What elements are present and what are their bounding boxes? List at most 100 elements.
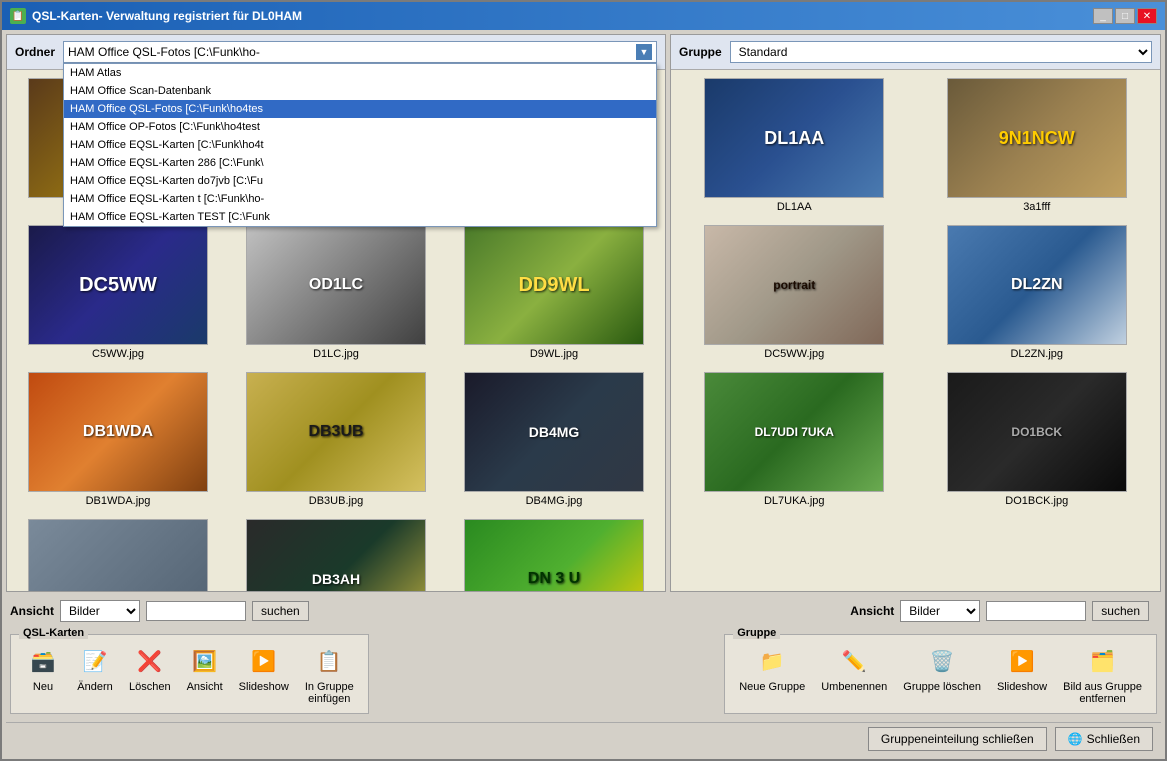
- list-item[interactable]: DB4MG DB4MG.jpg: [447, 368, 661, 511]
- list-item[interactable]: [11, 515, 225, 591]
- image-thumb: DB1WDA: [28, 372, 208, 492]
- qsl-karten-group: QSL-Karten 🗃️ Neu 📝 Ändern ❌ Löschen 🖼️ …: [10, 634, 369, 714]
- list-item[interactable]: DL2ZN DL2ZN.jpg: [918, 221, 1157, 364]
- loeschen-icon: ❌: [132, 643, 168, 679]
- folder-dropdown-button[interactable]: HAM Office QSL-Fotos [C:\Funk\ho- ▼: [63, 41, 657, 63]
- slideshow-right-button[interactable]: ▶️ Slideshow: [993, 641, 1051, 695]
- list-item[interactable]: DB3AH: [229, 515, 443, 591]
- slideshow-left-icon: ▶️: [246, 643, 282, 679]
- dropdown-item-eqslt[interactable]: HAM Office EQSL-Karten t [C:\Funk\ho-: [64, 190, 656, 208]
- gruppe-bar: Gruppe Standard DX Europa Contest: [671, 35, 1160, 70]
- app-icon: 📋: [10, 8, 26, 24]
- list-item[interactable]: DB1WDA DB1WDA.jpg: [11, 368, 225, 511]
- slideshow-left-button[interactable]: ▶️ Slideshow: [235, 641, 293, 695]
- list-item[interactable]: OD1LC D1LC.jpg: [229, 221, 443, 364]
- bild-entfernen-icon: 🗂️: [1085, 643, 1121, 679]
- top-row: Ordner HAM Office QSL-Fotos [C:\Funk\ho-…: [6, 34, 1161, 592]
- neu-label: Neu: [33, 681, 53, 693]
- right-image-grid-container: DL1AA DL1AA 9N1NCW 3a1fff p: [671, 70, 1160, 591]
- slideshow-right-icon: ▶️: [1004, 643, 1040, 679]
- schliessen-button[interactable]: 🌐 Schließen: [1055, 727, 1153, 751]
- image-thumb: DB3AH: [246, 519, 426, 591]
- gruppe-tools-label: Gruppe: [733, 627, 780, 639]
- loeschen-button[interactable]: ❌ Löschen: [125, 641, 175, 695]
- folder-dropdown-menu: HAM Atlas HAM Office Scan-Datenbank HAM …: [63, 63, 657, 227]
- dropdown-item-qsl[interactable]: HAM Office QSL-Fotos [C:\Funk\ho4tes: [64, 100, 656, 118]
- gruppe-loeschen-icon: 🗑️: [924, 643, 960, 679]
- dropdown-item-op[interactable]: HAM Office OP-Fotos [C:\Funk\ho4test: [64, 118, 656, 136]
- aendern-label: Ändern: [77, 681, 112, 693]
- minimize-button[interactable]: _: [1093, 8, 1113, 24]
- right-search-input[interactable]: [986, 601, 1086, 621]
- dropdown-item-eqsl286[interactable]: HAM Office EQSL-Karten 286 [C:\Funk\: [64, 154, 656, 172]
- image-thumb: 9N1NCW: [947, 78, 1127, 198]
- loeschen-label: Löschen: [129, 681, 171, 693]
- gruppeneinteilung-button[interactable]: Gruppeneinteilung schließen: [868, 727, 1047, 751]
- list-item[interactable]: DO1BCK DO1BCK.jpg: [918, 368, 1157, 511]
- umbenennen-icon: ✏️: [836, 643, 872, 679]
- left-panel: Ordner HAM Office QSL-Fotos [C:\Funk\ho-…: [6, 34, 666, 592]
- image-thumb: portrait: [704, 225, 884, 345]
- close-button[interactable]: ✕: [1137, 8, 1157, 24]
- gruppe-tools-group: Gruppe 📁 Neue Gruppe ✏️ Umbenennen 🗑️ Gr…: [724, 634, 1157, 714]
- list-item[interactable]: DN 3 U: [447, 515, 661, 591]
- folder-select-wrapper: HAM Office QSL-Fotos [C:\Funk\ho- ▼ HAM …: [63, 41, 657, 63]
- slideshow-left-label: Slideshow: [239, 681, 289, 693]
- image-thumb: DD9WL: [464, 225, 644, 345]
- image-label: DC5WW.jpg: [764, 348, 824, 360]
- image-label: D9WL.jpg: [530, 348, 578, 360]
- image-label: DL2ZN.jpg: [1010, 348, 1063, 360]
- in-gruppe-button[interactable]: 📋 In Gruppe einfügen: [301, 641, 358, 707]
- gruppe-loeschen-label: Gruppe löschen: [903, 681, 981, 693]
- dropdown-item-atlas[interactable]: HAM Atlas: [64, 64, 656, 82]
- dropdown-item-eqsl[interactable]: HAM Office EQSL-Karten [C:\Funk\ho4t: [64, 136, 656, 154]
- list-item[interactable]: DL1AA DL1AA: [675, 74, 914, 217]
- list-item[interactable]: DC5WW C5WW.jpg: [11, 221, 225, 364]
- globe-icon: 🌐: [1068, 732, 1083, 746]
- folder-selected-text: HAM Office QSL-Fotos [C:\Funk\ho-: [68, 45, 260, 59]
- image-label: DL7UKA.jpg: [764, 495, 825, 507]
- dropdown-item-eqsldo7[interactable]: HAM Office EQSL-Karten do7jvb [C:\Fu: [64, 172, 656, 190]
- window-controls: _ □ ✕: [1093, 8, 1157, 24]
- left-search-input[interactable]: [146, 601, 246, 621]
- image-label: DB3UB.jpg: [309, 495, 363, 507]
- ansicht-bar-row: Ansicht Bilder Liste Details suchen Ansi…: [6, 596, 1161, 626]
- left-ansicht-select[interactable]: Bilder Liste Details: [60, 600, 140, 622]
- gruppe-loeschen-button[interactable]: 🗑️ Gruppe löschen: [899, 641, 985, 695]
- list-item[interactable]: DB3UB DB3UB.jpg: [229, 368, 443, 511]
- left-ansicht-label: Ansicht: [10, 604, 54, 618]
- aendern-button[interactable]: 📝 Ändern: [73, 641, 117, 695]
- image-thumb: OD1LC: [246, 225, 426, 345]
- ansicht-button[interactable]: 🖼️ Ansicht: [183, 641, 227, 695]
- neue-gruppe-label: Neue Gruppe: [739, 681, 805, 693]
- bottom-action-row: Gruppeneinteilung schließen 🌐 Schließen: [6, 722, 1161, 755]
- list-item[interactable]: 9N1NCW 3a1fff: [918, 74, 1157, 217]
- maximize-button[interactable]: □: [1115, 8, 1135, 24]
- image-label: DB1WDA.jpg: [86, 495, 151, 507]
- qsl-group-label: QSL-Karten: [19, 627, 88, 639]
- list-item[interactable]: DL7UDI 7UKA DL7UKA.jpg: [675, 368, 914, 511]
- in-gruppe-label: In Gruppe einfügen: [305, 681, 354, 705]
- folder-label: Ordner: [15, 45, 55, 59]
- neu-button[interactable]: 🗃️ Neu: [21, 641, 65, 695]
- list-item[interactable]: DD9WL D9WL.jpg: [447, 221, 661, 364]
- bild-entfernen-button[interactable]: 🗂️ Bild aus Gruppe entfernen: [1059, 641, 1146, 707]
- gruppe-select[interactable]: Standard DX Europa Contest: [730, 41, 1152, 63]
- left-search-button[interactable]: suchen: [252, 601, 309, 621]
- umbenennen-button[interactable]: ✏️ Umbenennen: [817, 641, 891, 695]
- main-content: Ordner HAM Office QSL-Fotos [C:\Funk\ho-…: [2, 30, 1165, 759]
- dropdown-item-eqsltest[interactable]: HAM Office EQSL-Karten TEST [C:\Funk: [64, 208, 656, 226]
- list-item[interactable]: portrait DC5WW.jpg: [675, 221, 914, 364]
- neue-gruppe-icon: 📁: [754, 643, 790, 679]
- window-title: QSL-Karten- Verwaltung registriert für D…: [32, 9, 302, 23]
- schliessen-label: Schließen: [1087, 732, 1140, 746]
- gruppe-label: Gruppe: [679, 45, 722, 59]
- toolbar-section: QSL-Karten 🗃️ Neu 📝 Ändern ❌ Löschen 🖼️ …: [6, 630, 1161, 718]
- folder-bar: Ordner HAM Office QSL-Fotos [C:\Funk\ho-…: [7, 35, 665, 70]
- in-gruppe-icon: 📋: [311, 643, 347, 679]
- dropdown-item-scan[interactable]: HAM Office Scan-Datenbank: [64, 82, 656, 100]
- neue-gruppe-button[interactable]: 📁 Neue Gruppe: [735, 641, 809, 695]
- folder-dropdown-arrow: ▼: [636, 44, 652, 60]
- right-ansicht-select[interactable]: Bilder Liste Details: [900, 600, 980, 622]
- right-search-button[interactable]: suchen: [1092, 601, 1149, 621]
